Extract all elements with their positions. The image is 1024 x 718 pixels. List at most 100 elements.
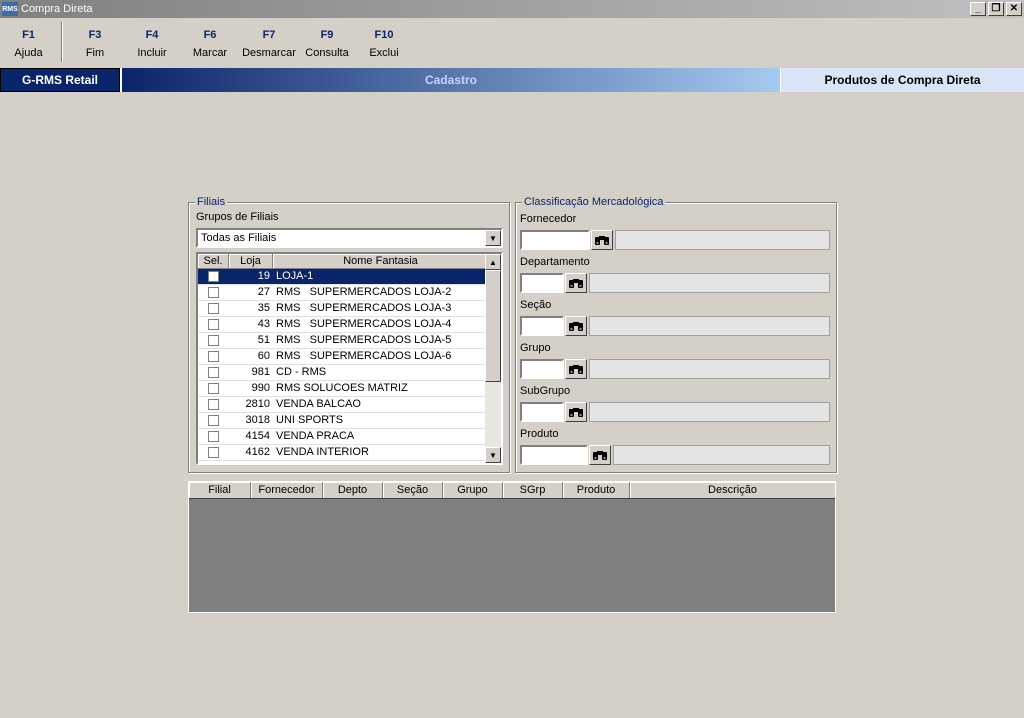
restore-button[interactable]: ❐ (988, 2, 1004, 16)
col-sgrp[interactable]: SGrp (503, 482, 563, 498)
filiais-grid-header: Sel. Loja Nome Fantasia (198, 254, 501, 269)
select-checkbox[interactable] (208, 367, 219, 378)
select-checkbox[interactable] (208, 447, 219, 458)
filial-row[interactable]: 2810 VENDA BALCAO (198, 397, 501, 413)
sel-cell[interactable] (198, 413, 229, 428)
loja-cell: 981 (251, 366, 270, 378)
select-checkbox[interactable] (208, 415, 219, 426)
binoculars-icon[interactable] (565, 316, 587, 336)
result-grid-header: Filial Fornecedor Depto Seção Grupo SGrp… (189, 482, 835, 499)
fornecedor-input[interactable] (520, 230, 590, 250)
fkey-ajuda[interactable]: F1 Ajuda (0, 22, 57, 66)
close-button[interactable]: ✕ (1006, 2, 1022, 16)
fkey-marcar[interactable]: F6 Marcar (181, 22, 239, 66)
filial-row[interactable]: 51 RMS SUPERMERCADOS LOJA-5 (198, 333, 501, 349)
secao-input[interactable] (520, 316, 564, 336)
col-grupo[interactable]: Grupo (443, 482, 503, 498)
sel-cell[interactable] (198, 445, 229, 460)
binoculars-icon[interactable] (565, 359, 587, 379)
produto-input[interactable] (520, 445, 588, 465)
sel-cell[interactable] (198, 365, 229, 380)
col-descricao[interactable]: Descrição (630, 482, 835, 498)
fornecedor-description (615, 230, 830, 250)
nome-fantasia-cell: RMS SUPERMERCADOS LOJA-5 (276, 334, 452, 346)
header-band: G-RMS Retail Cadastro Produtos de Compra… (0, 68, 1024, 92)
filial-row[interactable]: 43 RMS SUPERMERCADOS LOJA-4 (198, 317, 501, 333)
toolbar-separator (61, 22, 63, 62)
loja-cell: 35 (257, 302, 270, 314)
sel-cell[interactable] (198, 269, 229, 284)
loja-cell: 3018 (245, 414, 270, 426)
binoculars-icon[interactable] (589, 445, 611, 465)
filial-row[interactable]: 27 RMS SUPERMERCADOS LOJA-2 (198, 285, 501, 301)
departamento-input[interactable] (520, 273, 564, 293)
col-produto[interactable]: Produto (563, 482, 630, 498)
minimize-button[interactable]: _ (970, 2, 986, 16)
nome-fantasia-cell: UNI SPORTS (276, 414, 344, 426)
binoculars-icon[interactable] (591, 230, 613, 250)
binoculars-icon[interactable] (565, 273, 587, 293)
select-checkbox[interactable] (208, 287, 219, 298)
grupos-filiais-select[interactable]: Todas as Filiais ▼ (196, 228, 503, 248)
fkey-incluir[interactable]: F4 Incluir (123, 22, 181, 66)
sel-cell[interactable] (198, 429, 229, 444)
col-fornecedor[interactable]: Fornecedor (251, 482, 323, 498)
col-depto[interactable]: Depto (323, 482, 383, 498)
select-checkbox[interactable] (208, 303, 219, 314)
sel-cell[interactable] (198, 333, 229, 348)
grupo-label: Grupo (520, 342, 551, 354)
filial-row[interactable]: 990 RMS SOLUCOES MATRIZ (198, 381, 501, 397)
grupos-filiais-label: Grupos de Filiais (196, 211, 279, 223)
fkey-fim[interactable]: F3 Fim (67, 22, 123, 66)
filiais-scrollbar[interactable]: ▲ ▼ (485, 254, 501, 463)
chevron-down-icon[interactable]: ▼ (485, 230, 501, 246)
binoculars-icon[interactable] (565, 402, 587, 422)
select-checkbox[interactable] (208, 431, 219, 442)
sel-cell[interactable] (198, 397, 229, 412)
select-checkbox[interactable] (208, 351, 219, 362)
col-loja[interactable]: Loja (229, 254, 273, 269)
fkey-desmarcar[interactable]: F7 Desmarcar (239, 22, 299, 66)
fkey-consulta[interactable]: F9 Consulta (299, 22, 355, 66)
col-filial[interactable]: Filial (189, 482, 251, 498)
filial-row[interactable]: 19 LOJA-1 (198, 269, 501, 285)
sel-cell[interactable] (198, 381, 229, 396)
sel-cell[interactable] (198, 285, 229, 300)
brand-label: G-RMS Retail (0, 68, 120, 92)
nome-fantasia-cell: RMS SUPERMERCADOS LOJA-4 (276, 318, 452, 330)
scroll-up-icon[interactable]: ▲ (485, 254, 501, 270)
loja-cell: 2810 (245, 398, 270, 410)
filial-row[interactable]: 4162 VENDA INTERIOR (198, 445, 501, 461)
fkey-exclui[interactable]: F10 Exclui (355, 22, 413, 66)
section-label: Cadastro (120, 68, 780, 92)
filial-row[interactable]: 981 CD - RMS (198, 365, 501, 381)
col-nome-fantasia[interactable]: Nome Fantasia (273, 254, 489, 269)
select-checkbox[interactable] (208, 399, 219, 410)
col-sel[interactable]: Sel. (198, 254, 229, 269)
select-checkbox[interactable] (208, 335, 219, 346)
filial-row[interactable]: 35 RMS SUPERMERCADOS LOJA-3 (198, 301, 501, 317)
window-title: Compra Direta (21, 3, 93, 15)
select-checkbox[interactable] (208, 383, 219, 394)
subgrupo-label: SubGrupo (520, 385, 571, 397)
grupo-input[interactable] (520, 359, 564, 379)
sel-cell[interactable] (198, 349, 229, 364)
loja-cell: 4162 (245, 446, 270, 458)
nome-fantasia-cell: RMS SUPERMERCADOS LOJA-2 (276, 286, 452, 298)
scroll-down-icon[interactable]: ▼ (485, 447, 501, 463)
produto-description (613, 445, 830, 465)
sel-cell[interactable] (198, 317, 229, 332)
subgrupo-input[interactable] (520, 402, 564, 422)
sel-cell[interactable] (198, 301, 229, 316)
select-checkbox[interactable] (208, 319, 219, 330)
filial-row[interactable]: 3018 UNI SPORTS (198, 413, 501, 429)
nome-fantasia-cell: RMS SOLUCOES MATRIZ (276, 382, 408, 394)
filial-row[interactable]: 4154 VENDA PRACA (198, 429, 501, 445)
col-secao[interactable]: Seção (383, 482, 443, 498)
classificacao-legend: Classificação Mercadológica (522, 196, 666, 208)
loja-cell: 60 (257, 350, 270, 362)
result-grid: Filial Fornecedor Depto Seção Grupo SGrp… (188, 481, 836, 613)
filial-row[interactable]: 60 RMS SUPERMERCADOS LOJA-6 (198, 349, 501, 365)
select-checkbox[interactable] (208, 271, 219, 282)
scroll-thumb[interactable] (485, 270, 501, 382)
